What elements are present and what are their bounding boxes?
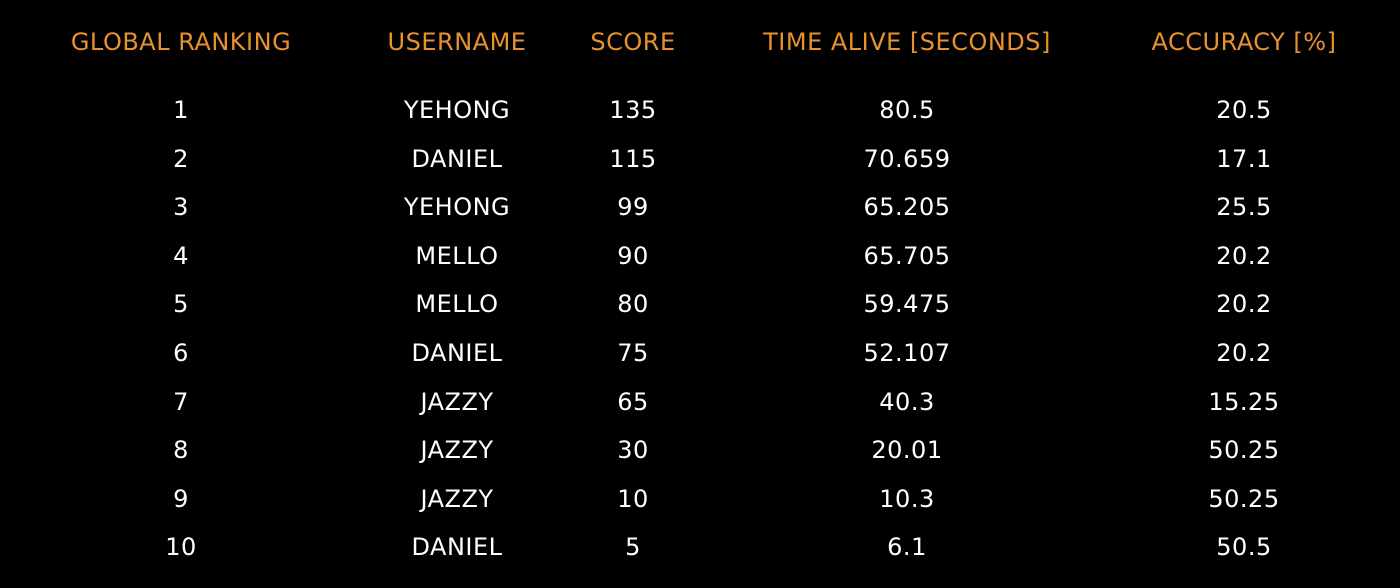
header-username: USERNAME bbox=[387, 28, 527, 56]
rank-cell: 5 bbox=[173, 290, 189, 319]
rank-cell: 9 bbox=[173, 484, 189, 513]
rank-cell: 3 bbox=[173, 193, 189, 222]
time-alive-cell: 65.705 bbox=[863, 241, 951, 270]
username-cell: DANIEL bbox=[411, 338, 503, 367]
leaderboard-row: 8 JAZZY 30 20.01 50.25 bbox=[0, 430, 1400, 479]
username-cell: DANIEL bbox=[411, 144, 503, 173]
score-cell: 30 bbox=[617, 436, 649, 465]
score-cell: 90 bbox=[617, 241, 649, 270]
header-global-ranking: GLOBAL RANKING bbox=[70, 28, 292, 56]
username-cell: MELLO bbox=[415, 241, 499, 270]
accuracy-cell: 15.25 bbox=[1208, 387, 1280, 416]
score-cell: 10 bbox=[617, 484, 649, 513]
leaderboard-row: 5 MELLO 80 59.475 20.2 bbox=[0, 284, 1400, 333]
time-alive-cell: 40.3 bbox=[879, 387, 935, 416]
leaderboard-row: 6 DANIEL 75 52.107 20.2 bbox=[0, 333, 1400, 382]
accuracy-cell: 20.2 bbox=[1216, 338, 1272, 367]
rank-cell: 7 bbox=[173, 387, 189, 416]
time-alive-cell: 59.475 bbox=[863, 290, 951, 319]
username-cell: MELLO bbox=[415, 290, 499, 319]
accuracy-cell: 17.1 bbox=[1216, 144, 1272, 173]
accuracy-cell: 50.5 bbox=[1216, 533, 1272, 562]
score-cell: 99 bbox=[617, 193, 649, 222]
time-alive-cell: 70.659 bbox=[863, 144, 951, 173]
accuracy-cell: 25.5 bbox=[1216, 193, 1272, 222]
username-cell: DANIEL bbox=[411, 533, 503, 562]
accuracy-cell: 20.5 bbox=[1216, 96, 1272, 124]
score-cell: 80 bbox=[617, 290, 649, 319]
leaderboard-header-row: GLOBAL RANKING USERNAME SCORE TIME ALIVE… bbox=[0, 22, 1400, 62]
leaderboard-row: 10 DANIEL 5 6.1 50.5 bbox=[0, 527, 1400, 576]
rank-cell: 8 bbox=[173, 436, 189, 465]
time-alive-cell: 6.1 bbox=[887, 533, 927, 562]
accuracy-cell: 20.2 bbox=[1216, 241, 1272, 270]
accuracy-cell: 50.25 bbox=[1208, 436, 1280, 465]
username-cell: JAZZY bbox=[420, 484, 494, 513]
leaderboard-row: 4 MELLO 90 65.705 20.2 bbox=[0, 236, 1400, 285]
leaderboard-row: 9 JAZZY 10 10.3 50.25 bbox=[0, 479, 1400, 528]
leaderboard-table: GLOBAL RANKING USERNAME SCORE TIME ALIVE… bbox=[0, 0, 1400, 588]
rank-cell: 4 bbox=[173, 241, 189, 270]
rank-cell: 1 bbox=[173, 96, 189, 124]
time-alive-cell: 65.205 bbox=[863, 193, 951, 222]
header-accuracy: ACCURACY [%] bbox=[1151, 28, 1337, 56]
rank-cell: 6 bbox=[173, 338, 189, 367]
username-cell: JAZZY bbox=[420, 387, 494, 416]
leaderboard-row: 3 YEHONG 99 65.205 25.5 bbox=[0, 187, 1400, 236]
leaderboard-row: 1 YEHONG 135 80.5 20.5 bbox=[0, 90, 1400, 139]
score-cell: 135 bbox=[609, 96, 657, 124]
score-cell: 5 bbox=[625, 533, 641, 562]
time-alive-cell: 52.107 bbox=[863, 338, 951, 367]
rank-cell: 10 bbox=[165, 533, 197, 562]
score-cell: 75 bbox=[617, 338, 649, 367]
username-cell: JAZZY bbox=[420, 436, 494, 465]
header-score: SCORE bbox=[590, 28, 676, 56]
score-cell: 115 bbox=[609, 144, 657, 173]
rank-cell: 2 bbox=[173, 144, 189, 173]
score-cell: 65 bbox=[617, 387, 649, 416]
time-alive-cell: 80.5 bbox=[879, 96, 935, 124]
leaderboard-row: 7 JAZZY 65 40.3 15.25 bbox=[0, 382, 1400, 431]
leaderboard-rows: 1 YEHONG 135 80.5 20.5 2 DANIEL 115 70.6… bbox=[0, 90, 1400, 576]
username-cell: YEHONG bbox=[403, 193, 511, 222]
time-alive-cell: 20.01 bbox=[871, 436, 943, 465]
time-alive-cell: 10.3 bbox=[879, 484, 935, 513]
leaderboard-row: 2 DANIEL 115 70.659 17.1 bbox=[0, 139, 1400, 188]
accuracy-cell: 20.2 bbox=[1216, 290, 1272, 319]
header-time-alive: TIME ALIVE [SECONDS] bbox=[763, 28, 1051, 56]
accuracy-cell: 50.25 bbox=[1208, 484, 1280, 513]
username-cell: YEHONG bbox=[403, 96, 511, 124]
